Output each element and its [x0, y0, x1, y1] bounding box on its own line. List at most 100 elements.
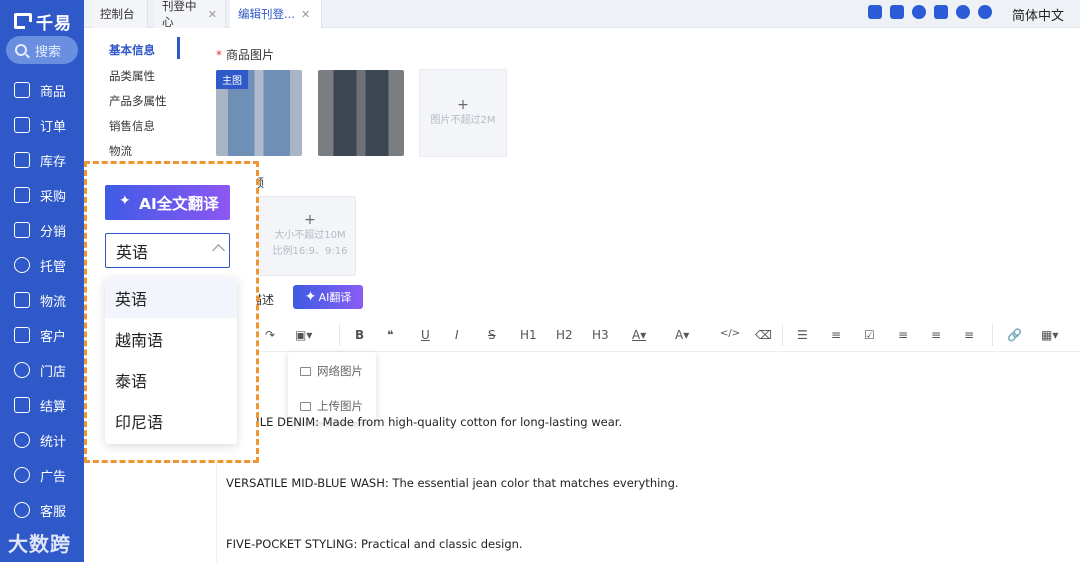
plus-icon: +	[304, 212, 316, 228]
bullet-list-icon[interactable]: ☰	[797, 328, 808, 342]
bold-button[interactable]: B	[355, 328, 364, 342]
redo-icon[interactable]: ↷	[265, 328, 275, 342]
sidebar-item-inventory[interactable]: 库存	[0, 146, 84, 174]
sidebar-item-orders[interactable]: 订单	[0, 111, 84, 139]
ai-translate-button[interactable]: AI翻译	[293, 285, 363, 309]
sidebar-item-hosting[interactable]: 托管	[0, 251, 84, 279]
chevron-up-icon	[212, 244, 225, 257]
font-color-button[interactable]: A▾	[632, 328, 646, 342]
sidebar-item-ads[interactable]: 广告	[0, 461, 84, 489]
ai-full-translate-button[interactable]: AI全文翻译	[105, 185, 230, 220]
sparkle-icon	[305, 289, 317, 305]
download-icon[interactable]	[890, 5, 904, 19]
help-icon[interactable]	[956, 5, 970, 19]
note-icon[interactable]	[868, 5, 882, 19]
language-option-english[interactable]: 英语	[105, 278, 237, 318]
background-color-button[interactable]: A▾	[675, 328, 689, 342]
toolbar-divider	[339, 324, 340, 346]
section-nav-basic-info[interactable]: 基本信息	[109, 42, 155, 58]
image-insert-menu: 网络图片 上传图片	[288, 352, 376, 422]
sidebar: 千易 搜索 商品 订单 库存 采购 分销 托管 物流 客户 门店 结算 统计 广…	[0, 0, 84, 562]
sparkle-icon	[119, 193, 133, 210]
close-icon[interactable]: ✕	[301, 8, 310, 21]
checklist-icon[interactable]: ☑	[864, 328, 875, 342]
link-icon[interactable]: 🔗	[1007, 328, 1022, 342]
italic-button[interactable]: I	[455, 328, 459, 342]
heading3-button[interactable]: H3	[592, 328, 609, 342]
heading1-button[interactable]: H1	[520, 328, 537, 342]
editor-line-2[interactable]: VERSATILE MID-BLUE WASH: The essential j…	[226, 476, 679, 490]
logo-text: 千易	[36, 13, 72, 34]
language-option-thai[interactable]: 泰语	[105, 360, 237, 400]
upload-image-icon	[300, 401, 311, 411]
product-image-main[interactable]: 主图	[216, 70, 302, 156]
app-logo[interactable]: 千易	[14, 10, 72, 34]
language-option-vietnamese[interactable]: 越南语	[105, 319, 237, 359]
editor-line-3[interactable]: FIVE-POCKET STYLING: Practical and class…	[226, 537, 523, 551]
language-option-indonesian[interactable]: 印尼语	[105, 401, 237, 441]
align-right-icon[interactable]: ≡	[964, 328, 974, 342]
section-nav-variants[interactable]: 产品多属性	[109, 93, 167, 109]
tab-label: 编辑刊登...	[238, 7, 295, 21]
section-nav-logistics[interactable]: 物流	[109, 143, 132, 159]
service-icon[interactable]	[978, 5, 992, 19]
language-switch[interactable]: 简体中文	[1012, 5, 1064, 24]
product-image-upload[interactable]: + 图片不超过2M	[419, 69, 507, 157]
table-icon[interactable]: ▦▾	[1041, 328, 1058, 342]
section-nav-active-indicator	[177, 37, 180, 59]
sidebar-item-customers[interactable]: 客户	[0, 321, 84, 349]
cart-icon	[14, 187, 30, 203]
tab-console[interactable]: 控制台	[92, 0, 148, 28]
bell-icon[interactable]	[912, 5, 926, 19]
target-language-select[interactable]: 英语	[105, 233, 230, 268]
product-images-label: * 商品图片	[216, 46, 274, 63]
clear-format-button[interactable]: ⌫	[755, 328, 772, 342]
tab-edit-listing[interactable]: 编辑刊登... ✕	[230, 0, 322, 28]
align-center-icon[interactable]: ≡	[931, 328, 941, 342]
sidebar-item-label: 物流	[40, 294, 67, 310]
product-images-label-text: 商品图片	[226, 48, 275, 62]
section-nav-category-attrs[interactable]: 品类属性	[109, 68, 155, 84]
code-button[interactable]: </>	[720, 328, 740, 339]
toolbar-divider	[782, 324, 783, 346]
tab-listing-center[interactable]: 刊登中心 ✕	[154, 0, 226, 29]
sidebar-item-service[interactable]: 客服	[0, 496, 84, 524]
menu-item-web-image[interactable]: 网络图片	[300, 363, 363, 379]
sidebar-item-settlement[interactable]: 结算	[0, 391, 84, 419]
truck-icon	[14, 292, 30, 308]
sidebar-search[interactable]: 搜索	[6, 36, 78, 64]
sidebar-item-label: 商品	[40, 84, 67, 100]
sidebar-item-distribution[interactable]: 分销	[0, 216, 84, 244]
quote-button[interactable]: ❝	[387, 328, 393, 342]
editor-line-1[interactable]: ABLE DENIM: Made from high-quality cotto…	[244, 415, 622, 429]
sidebar-item-stores[interactable]: 门店	[0, 356, 84, 384]
sidebar-item-statistics[interactable]: 统计	[0, 426, 84, 454]
sidebar-item-label: 门店	[40, 364, 67, 380]
heading2-button[interactable]: H2	[556, 328, 573, 342]
video-hint-size: 大小不超过10M	[274, 230, 346, 241]
image-icon[interactable]: ▣▾	[295, 328, 312, 342]
numbered-list-icon[interactable]: ≡	[831, 328, 841, 342]
logo-mark-icon	[14, 13, 32, 29]
sidebar-item-purchase[interactable]: 采购	[0, 181, 84, 209]
sidebar-item-products[interactable]: 商品	[0, 76, 84, 104]
section-nav-sales-info[interactable]: 销售信息	[109, 118, 155, 134]
video-hint-ratio: 比例16:9、9:16	[272, 246, 348, 257]
strikethrough-button[interactable]: S	[488, 328, 496, 342]
sidebar-item-label: 结算	[40, 399, 67, 415]
product-image-2[interactable]	[318, 70, 404, 156]
ad-icon	[14, 467, 30, 483]
hosting-icon	[14, 257, 30, 273]
sidebar-item-logistics[interactable]: 物流	[0, 286, 84, 314]
customer-icon	[14, 327, 30, 343]
main-image-badge: 主图	[216, 70, 248, 89]
underline-button[interactable]: U	[421, 328, 430, 342]
align-left-icon[interactable]: ≡	[898, 328, 908, 342]
sidebar-item-label: 客服	[40, 504, 67, 520]
shop-icon	[14, 82, 30, 98]
close-icon[interactable]: ✕	[208, 8, 217, 21]
sidebar-item-label: 托管	[40, 259, 67, 275]
chart-icon	[14, 432, 30, 448]
expand-icon[interactable]	[934, 5, 948, 19]
menu-item-upload-image[interactable]: 上传图片	[300, 398, 363, 414]
